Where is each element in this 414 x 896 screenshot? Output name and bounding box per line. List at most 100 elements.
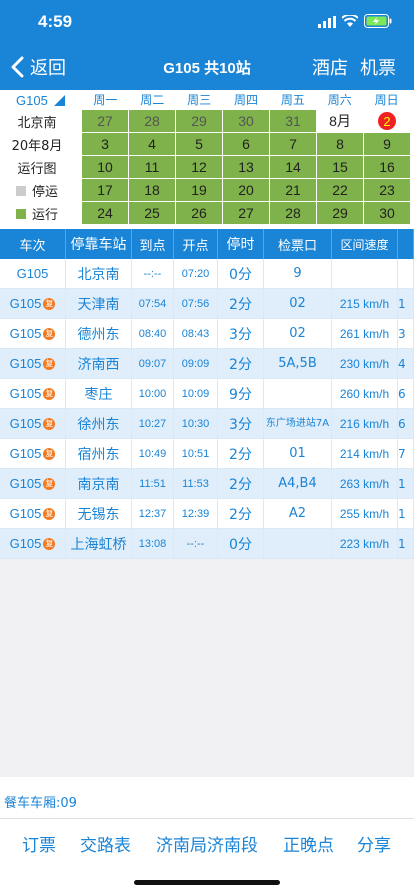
extra-cell: 7 — [398, 439, 414, 468]
home-indicator — [134, 880, 280, 885]
calendar-grid: 27 28 29 30 31 8月 2 3 4 5 6 7 8 9 10 11 12 13 14 15 16 17 18 19… — [82, 110, 412, 225]
stay-cell: 2分 — [218, 439, 264, 468]
table-row[interactable]: G105 复南京南 11:51 11:53 2分 A4,B4 263 km/h 1 — [0, 469, 414, 499]
weekday-label: 周四 — [234, 93, 259, 107]
calendar-day[interactable]: 5 — [176, 133, 222, 155]
calendar-week-row: 10 11 12 13 14 15 16 — [82, 156, 412, 179]
arrival-cell: 08:40 — [132, 319, 174, 348]
departure-cell: 09:09 — [174, 349, 218, 378]
flight-button[interactable]: 机票 — [360, 54, 396, 80]
table-row[interactable]: G105 复济南西 09:07 09:09 2分 5A,5B 230 km/h 4 — [0, 349, 414, 379]
calendar-day[interactable]: 27 — [223, 202, 269, 224]
train-number: G105 — [9, 446, 42, 461]
legend-stopped-label: 停运 — [31, 185, 58, 200]
departure-cell: 10:09 — [174, 379, 218, 408]
calendar-day[interactable]: 29 — [176, 110, 222, 132]
train-number: G105 — [9, 326, 42, 341]
table-row[interactable]: G105 复无锡东 12:37 12:39 2分 A2 255 km/h 1 — [0, 499, 414, 529]
calendar-day[interactable]: 23 — [364, 179, 410, 201]
calendar-day[interactable]: 29 — [317, 202, 363, 224]
calendar-day[interactable]: 3 — [82, 133, 128, 155]
calendar-day[interactable]: 9 — [364, 133, 410, 155]
station-cell: 徐州东 — [66, 409, 132, 438]
punctuality-button[interactable]: 正晚点 — [283, 831, 334, 856]
table-row[interactable]: G105 复德州东 08:40 08:43 3分 02 261 km/h 3 — [0, 319, 414, 349]
extra-cell: 1 — [398, 289, 414, 318]
table-row[interactable]: G105 复枣庄 10:00 10:09 9分 260 km/h 6 — [0, 379, 414, 409]
calendar-day[interactable]: 31 — [270, 110, 316, 132]
train-cell: G105 复 — [0, 469, 66, 498]
calendar-day[interactable]: 10 — [82, 156, 128, 178]
calendar-day[interactable]: 7 — [270, 133, 316, 155]
gate-cell: 东广场进站7A — [264, 409, 332, 438]
stay-cell: 3分 — [218, 409, 264, 438]
extra-cell: 4 — [398, 349, 414, 378]
table-row[interactable]: G105 北京南 --:-- 07:20 0分 9 — [0, 259, 414, 289]
fuxing-badge: 复 — [43, 327, 56, 340]
weekday-label: 周一 — [93, 93, 118, 107]
calendar-day[interactable]: 27 — [82, 110, 128, 132]
routing-table-button[interactable]: 交路表 — [80, 831, 131, 856]
calendar-day[interactable]: 4 — [129, 133, 175, 155]
table-row[interactable]: G105 复宿州东 10:49 10:51 2分 01 214 km/h 7 — [0, 439, 414, 469]
speed-cell: 214 km/h — [332, 439, 398, 468]
calendar-day[interactable]: 30 — [364, 202, 410, 224]
speed-cell: 263 km/h — [332, 469, 398, 498]
calendar-day[interactable]: 20 — [223, 179, 269, 201]
station-cell: 北京南 — [66, 259, 132, 288]
calendar-day[interactable]: 28 — [270, 202, 316, 224]
calendar-day[interactable]: 8月 — [317, 110, 363, 132]
stay-cell: 2分 — [218, 349, 264, 378]
calendar-day[interactable]: 15 — [317, 156, 363, 178]
calendar-day[interactable]: 19 — [176, 179, 222, 201]
calendar-day[interactable]: 12 — [176, 156, 222, 178]
calendar-day[interactable]: 13 — [223, 156, 269, 178]
calendar-day[interactable]: 22 — [317, 179, 363, 201]
stay-cell: 2分 — [218, 289, 264, 318]
calendar-day[interactable]: 17 — [82, 179, 128, 201]
dropdown-triangle-icon — [53, 94, 65, 106]
station-cell: 无锡东 — [66, 499, 132, 528]
calendar-day[interactable]: 2 — [364, 110, 410, 132]
calendar-day[interactable]: 16 — [364, 156, 410, 178]
gate-cell — [264, 379, 332, 408]
calendar-day[interactable]: 11 — [129, 156, 175, 178]
legend-running: 运行 — [0, 202, 74, 225]
departure-cell: --:-- — [174, 529, 218, 558]
calendar-chart-label: 运行图 — [17, 162, 57, 177]
empty-area — [0, 559, 414, 777]
arrival-cell: 10:27 — [132, 409, 174, 438]
extra-cell: 6 — [398, 409, 414, 438]
calendar-day[interactable]: 26 — [176, 202, 222, 224]
order-ticket-button[interactable]: 订票 — [22, 831, 56, 856]
calendar-day[interactable]: 6 — [223, 133, 269, 155]
running-swatch — [15, 208, 26, 219]
gate-cell — [264, 529, 332, 558]
calendar-day[interactable]: 21 — [270, 179, 316, 201]
calendar-day[interactable]: 30 — [223, 110, 269, 132]
calendar-day[interactable]: 24 — [82, 202, 128, 224]
station-cell: 南京南 — [66, 469, 132, 498]
calendar-day[interactable]: 14 — [270, 156, 316, 178]
status-time: 4:59 — [38, 12, 73, 31]
extra-cell: 1 — [398, 529, 414, 558]
calendar-week-row: 3456789 — [82, 133, 412, 156]
bureau-button[interactable]: 济南局济南段 — [156, 831, 258, 856]
header-stay: 停时 — [218, 229, 264, 259]
share-button[interactable]: 分享 — [357, 831, 391, 856]
dining-car-info: 餐车车厢:09 — [4, 796, 77, 811]
table-row[interactable]: G105 复徐州东 10:27 10:30 3分 东广场进站7A 216 km/h 6 — [0, 409, 414, 439]
calendar-day[interactable]: 25 — [129, 202, 175, 224]
header-train: 车次 — [0, 229, 66, 259]
train-selector[interactable]: G105 — [0, 90, 74, 110]
calendar-day[interactable]: 8 — [317, 133, 363, 155]
speed-cell: 260 km/h — [332, 379, 398, 408]
table-row[interactable]: G105 复上海虹桥 13:08 --:-- 0分 223 km/h 1 — [0, 529, 414, 559]
calendar-day[interactable]: 28 — [129, 110, 175, 132]
extra-cell: 1 — [398, 469, 414, 498]
today-marker: 2 — [378, 112, 396, 130]
calendar-day[interactable]: 18 — [129, 179, 175, 201]
table-row[interactable]: G105 复天津南 07:54 07:56 2分 02 215 km/h 1 — [0, 289, 414, 319]
fuxing-badge: 复 — [43, 387, 56, 400]
hotel-button[interactable]: 酒店 — [312, 54, 348, 80]
